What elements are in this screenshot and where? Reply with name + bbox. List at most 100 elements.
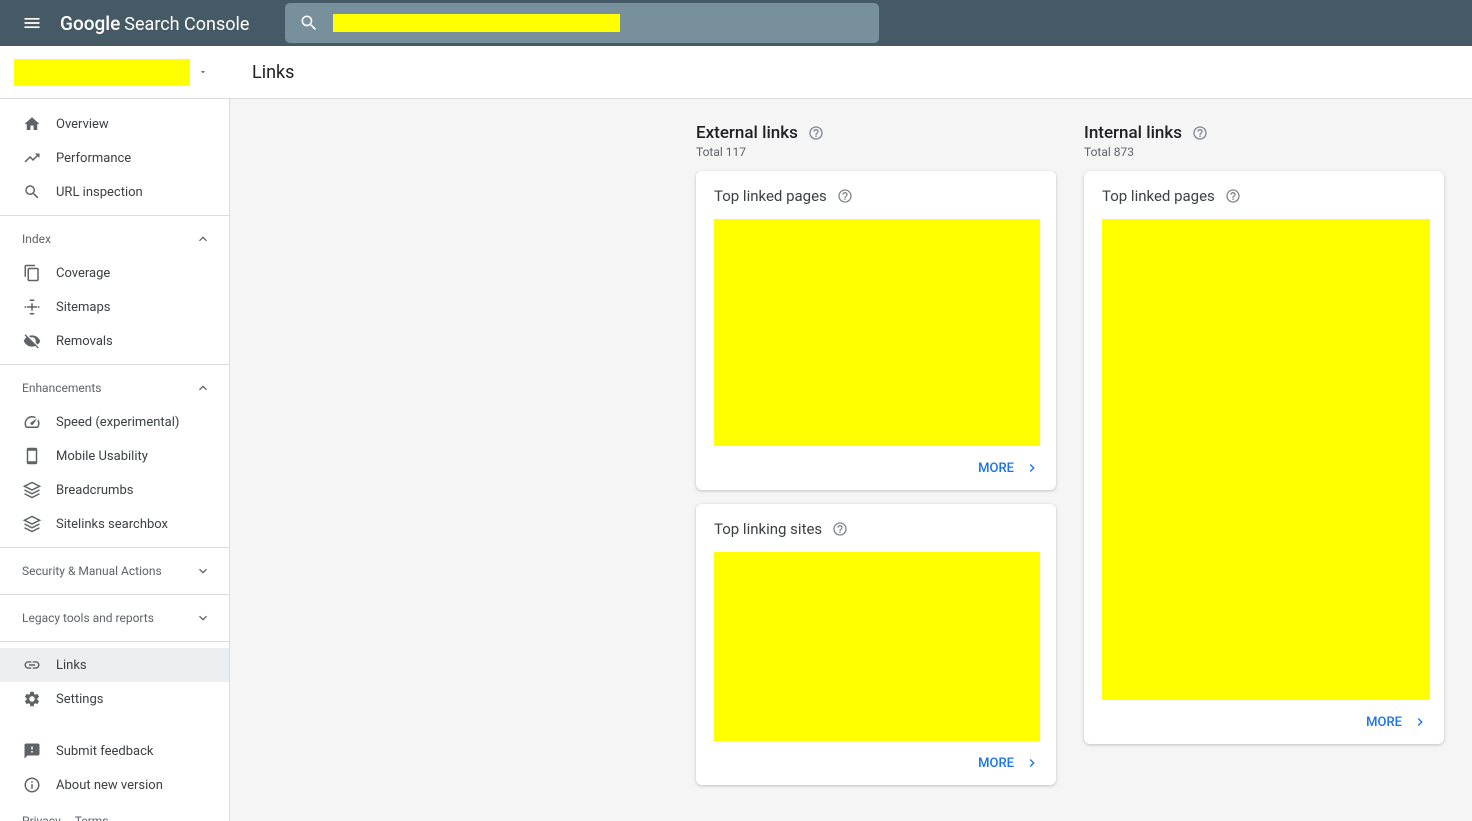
nav-label: Speed (experimental) [56,415,179,430]
hamburger-icon [22,13,42,33]
nav-label: Breadcrumbs [56,483,133,498]
info-icon [22,775,42,795]
searchbox-icon [22,514,42,534]
speed-icon [22,412,42,432]
search-icon [299,13,319,33]
nav-breadcrumbs[interactable]: Breadcrumbs [0,473,229,507]
nav-label: Removals [56,334,113,349]
divider [0,364,229,365]
magnify-icon [22,182,42,202]
more-button[interactable]: MORE [696,741,1056,785]
nav-performance[interactable]: Performance [0,141,229,175]
nav-url-inspection[interactable]: URL inspection [0,175,229,209]
nav-overview[interactable]: Overview [0,107,229,141]
internal-top-pages-card: Top linked pages MORE [1084,171,1444,744]
more-label: MORE [978,461,1014,476]
logo-google: Google [60,12,120,35]
chevron-up-icon [195,380,211,396]
nav-label: Sitelinks searchbox [56,517,168,532]
nav-mobile-usability[interactable]: Mobile Usability [0,439,229,473]
nav-label: URL inspection [56,185,143,200]
internal-total: Total 873 [1084,145,1444,159]
section-label: Legacy tools and reports [22,611,154,625]
trend-icon [22,148,42,168]
footer-links: Privacy Terms [0,802,229,821]
search-input-redacted[interactable] [333,14,620,32]
section-label: Index [22,232,51,246]
nav-label: Sitemaps [56,300,111,315]
nav-label: Overview [56,117,109,132]
redacted-content [1102,219,1430,700]
more-button[interactable]: MORE [1084,700,1444,744]
property-bar: Links [0,46,1472,99]
mobile-icon [22,446,42,466]
redacted-content [714,552,1040,741]
nav-coverage[interactable]: Coverage [0,256,229,290]
external-top-pages-card: Top linked pages MORE [696,171,1056,490]
nav-links[interactable]: Links [0,648,229,682]
nav-speed[interactable]: Speed (experimental) [0,405,229,439]
nav-section-security[interactable]: Security & Manual Actions [0,554,229,588]
divider [0,547,229,548]
title-text: External links [696,123,798,143]
logo-product: Search Console [124,14,249,35]
nav-section-legacy[interactable]: Legacy tools and reports [0,601,229,635]
help-icon[interactable] [1225,188,1241,204]
nav-sitemaps[interactable]: Sitemaps [0,290,229,324]
link-icon [22,655,42,675]
redacted-content [714,219,1040,446]
feedback-icon [22,741,42,761]
external-top-sites-card: Top linking sites MORE [696,504,1056,785]
dropdown-arrow-icon [198,67,208,77]
more-button[interactable]: MORE [696,446,1056,490]
chevron-down-icon [195,610,211,626]
property-selector[interactable] [0,59,230,86]
nav-about[interactable]: About new version [0,768,229,802]
sidebar: Overview Performance URL inspection Inde… [0,99,230,821]
divider [0,594,229,595]
external-links-title: External links [696,123,824,143]
url-inspection-search[interactable] [285,3,879,43]
chevron-up-icon [195,231,211,247]
visibility-off-icon [22,331,42,351]
main-content: External links Total 117 Top linked page… [230,99,1472,821]
nav-removals[interactable]: Removals [0,324,229,358]
nav-label: Links [56,658,87,673]
chevron-right-icon [1024,755,1040,771]
privacy-link[interactable]: Privacy [22,814,61,821]
nav-label: Mobile Usability [56,449,148,464]
chevron-right-icon [1024,460,1040,476]
nav-sitelinks-searchbox[interactable]: Sitelinks searchbox [0,507,229,541]
card-title: Top linked pages [1102,187,1215,205]
nav-label: Submit feedback [56,744,153,759]
nav-section-enhancements[interactable]: Enhancements [0,371,229,405]
nav-section-index[interactable]: Index [0,222,229,256]
title-text: Internal links [1084,123,1182,143]
internal-links-column: Internal links Total 873 Top linked page… [1084,123,1444,799]
help-icon[interactable] [1192,125,1208,141]
external-total: Total 117 [696,145,1056,159]
help-icon[interactable] [832,521,848,537]
page-title: Links [252,62,294,83]
nav-label: Settings [56,692,103,707]
divider [0,641,229,642]
gear-icon [22,689,42,709]
property-name-redacted [14,59,190,86]
chevron-right-icon [1412,714,1428,730]
card-title: Top linked pages [714,187,827,205]
home-icon [22,114,42,134]
card-title: Top linking sites [714,520,822,538]
pages-icon [22,263,42,283]
nav-label: About new version [56,778,163,793]
nav-label: Performance [56,151,131,166]
menu-button[interactable] [8,1,56,45]
nav-feedback[interactable]: Submit feedback [0,734,229,768]
section-label: Enhancements [22,381,102,395]
terms-link[interactable]: Terms [75,814,109,821]
divider [0,215,229,216]
help-icon[interactable] [808,125,824,141]
nav-settings[interactable]: Settings [0,682,229,716]
help-icon[interactable] [837,188,853,204]
nav-label: Coverage [56,266,110,281]
internal-links-title: Internal links [1084,123,1208,143]
